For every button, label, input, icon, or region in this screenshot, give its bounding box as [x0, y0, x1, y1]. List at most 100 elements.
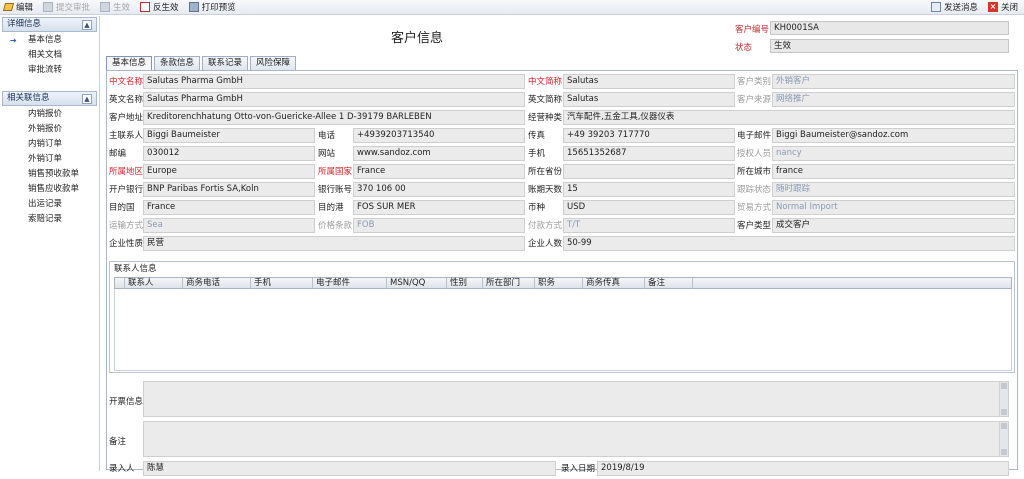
scroll-up-icon[interactable]: [1001, 383, 1007, 389]
tab-contact-records[interactable]: 联系记录: [202, 56, 249, 70]
activate-button[interactable]: 生效: [96, 0, 136, 15]
account-field[interactable]: 370 106 00: [353, 182, 525, 197]
staff-field[interactable]: 50-99: [563, 236, 1015, 251]
cust-type-field[interactable]: 成交客户: [772, 218, 1015, 233]
sidebar-section-details[interactable]: 详细信息 ▲: [2, 17, 97, 32]
days-field[interactable]: 15: [563, 182, 735, 197]
en-name-field[interactable]: Salutas Pharma GmbH: [143, 92, 525, 107]
postcode-field[interactable]: 030012: [143, 146, 315, 161]
port-field[interactable]: FOS SUR MER: [353, 200, 525, 215]
province-field[interactable]: [563, 164, 735, 179]
business-field[interactable]: 汽车配件,五金工具,仪器仪表: [563, 110, 1015, 125]
column-header[interactable]: 电子邮件: [313, 278, 387, 289]
scroll-down-icon[interactable]: [1001, 449, 1007, 455]
column-header[interactable]: MSN/QQ: [387, 278, 447, 289]
sidebar-item-domestic-order[interactable]: 内销订单: [0, 137, 99, 152]
submit-icon: [43, 2, 54, 12]
address-field[interactable]: Kreditorenchhatung Otto-von-Guericke-All…: [143, 110, 525, 125]
column-header[interactable]: 手机: [251, 278, 313, 289]
column-header[interactable]: 所在部门: [483, 278, 535, 289]
website-field[interactable]: www.sandoz.com: [353, 146, 525, 161]
contact-label: 主联系人: [109, 131, 144, 141]
collapse-icon[interactable]: ▲: [82, 19, 92, 30]
country-field[interactable]: France: [353, 164, 525, 179]
sidebar-item-approval-flow[interactable]: 审批流转: [0, 63, 99, 78]
trade-field[interactable]: Normal Import: [772, 200, 1015, 215]
sidebar-item-export-order[interactable]: 外销订单: [0, 152, 99, 167]
collapse-icon[interactable]: ▲: [82, 93, 92, 104]
submit-approval-label: 提交审批: [56, 3, 91, 13]
cn-name-field[interactable]: Salutas Pharma GmbH: [143, 74, 525, 89]
entry-person-field[interactable]: 陈慧: [143, 461, 556, 476]
nature-field[interactable]: 民营: [143, 236, 525, 251]
email-label: 电子邮件: [737, 131, 772, 141]
entry-date-label: 录入日期: [561, 464, 596, 474]
cust-category-field[interactable]: 外销客户: [772, 74, 1015, 89]
sidebar-section-related[interactable]: 相关联信息 ▲: [2, 91, 97, 106]
region-label: 所属地区: [109, 167, 144, 177]
vertical-scrollbar[interactable]: [999, 382, 1008, 416]
print-preview-button[interactable]: 打印预览: [185, 0, 242, 15]
scroll-up-icon[interactable]: [1001, 423, 1007, 429]
website-label: 网站: [318, 149, 336, 159]
entry-date-field[interactable]: 2019/8/19: [597, 461, 1009, 476]
edit-button[interactable]: 编辑: [0, 0, 39, 15]
dest-field[interactable]: France: [143, 200, 315, 215]
payment-field[interactable]: T/T: [563, 218, 735, 233]
en-short-field[interactable]: Salutas: [563, 92, 735, 107]
auth-field[interactable]: nancy: [772, 146, 1015, 161]
close-button[interactable]: × 关闭: [984, 0, 1024, 15]
account-label: 银行账号: [318, 185, 353, 195]
currency-field[interactable]: USD: [563, 200, 735, 215]
nature-label: 企业性质: [109, 239, 144, 249]
tab-basic-info[interactable]: 基本信息: [106, 56, 153, 70]
tab-terms[interactable]: 条款信息: [154, 56, 201, 70]
email-field[interactable]: Biggi Baumeister@sandoz.com: [772, 128, 1015, 143]
phone-field[interactable]: +4939203713540: [353, 128, 525, 143]
printer-icon: [188, 2, 199, 12]
submit-approval-button[interactable]: 提交审批: [39, 0, 96, 15]
bank-field[interactable]: BNP Paribas Fortis SA,Koln: [143, 182, 315, 197]
fax-field[interactable]: +49 39203 717770: [563, 128, 735, 143]
sidebar-item-shipment[interactable]: 出运记录: [0, 197, 99, 212]
transport-field[interactable]: Sea: [143, 218, 315, 233]
sidebar-item-advance-receipt[interactable]: 销售预收款单: [0, 167, 99, 182]
payment-label: 付款方式: [528, 221, 563, 231]
mobile-label: 手机: [528, 149, 546, 159]
column-header[interactable]: 性别: [447, 278, 483, 289]
scroll-down-icon[interactable]: [1001, 409, 1007, 415]
cn-short-field[interactable]: Salutas: [563, 74, 735, 89]
postcode-label: 邮编: [109, 149, 127, 159]
sidebar-item-domestic-quote[interactable]: 内销报价: [0, 107, 99, 122]
sidebar-item-receivable[interactable]: 销售应收款单: [0, 182, 99, 197]
column-header[interactable]: 职务: [535, 278, 583, 289]
price-field[interactable]: FOB: [353, 218, 525, 233]
tab-risk[interactable]: 风险保障: [250, 56, 297, 70]
fax-label: 传真: [528, 131, 546, 141]
column-header[interactable]: 备注: [645, 278, 693, 289]
activate-icon: [100, 2, 111, 12]
column-header[interactable]: 联系人: [125, 278, 183, 289]
city-label: 所在城市: [737, 167, 772, 177]
sidebar-section-title: 详细信息: [7, 19, 42, 29]
remark-textarea[interactable]: [143, 421, 1009, 457]
invoice-textarea[interactable]: [143, 381, 1009, 417]
sidebar-item-basic-info[interactable]: 基本信息: [0, 33, 99, 48]
contacts-grid-body[interactable]: [114, 289, 1012, 371]
column-header[interactable]: 商务电话: [183, 278, 251, 289]
sidebar-item-export-quote[interactable]: 外销报价: [0, 122, 99, 137]
city-field[interactable]: france: [772, 164, 1015, 179]
send-message-button[interactable]: 发送消息: [927, 0, 984, 15]
sidebar-item-claims[interactable]: 索赔记录: [0, 212, 99, 227]
cust-source-field[interactable]: 网络推广: [772, 92, 1015, 107]
region-field[interactable]: Europe: [143, 164, 315, 179]
vertical-scrollbar[interactable]: [999, 422, 1008, 456]
sidebar-item-related-docs[interactable]: 相关文档: [0, 48, 99, 63]
en-short-label: 英文简称: [528, 95, 563, 105]
contact-field[interactable]: Biggi Baumeister: [143, 128, 315, 143]
invoice-label: 开票信息: [109, 397, 144, 407]
follow-field[interactable]: 随时跟踪: [772, 182, 1015, 197]
deactivate-button[interactable]: 反生效: [136, 0, 185, 15]
mobile-field[interactable]: 15651352687: [563, 146, 735, 161]
column-header[interactable]: 商务传真: [583, 278, 645, 289]
